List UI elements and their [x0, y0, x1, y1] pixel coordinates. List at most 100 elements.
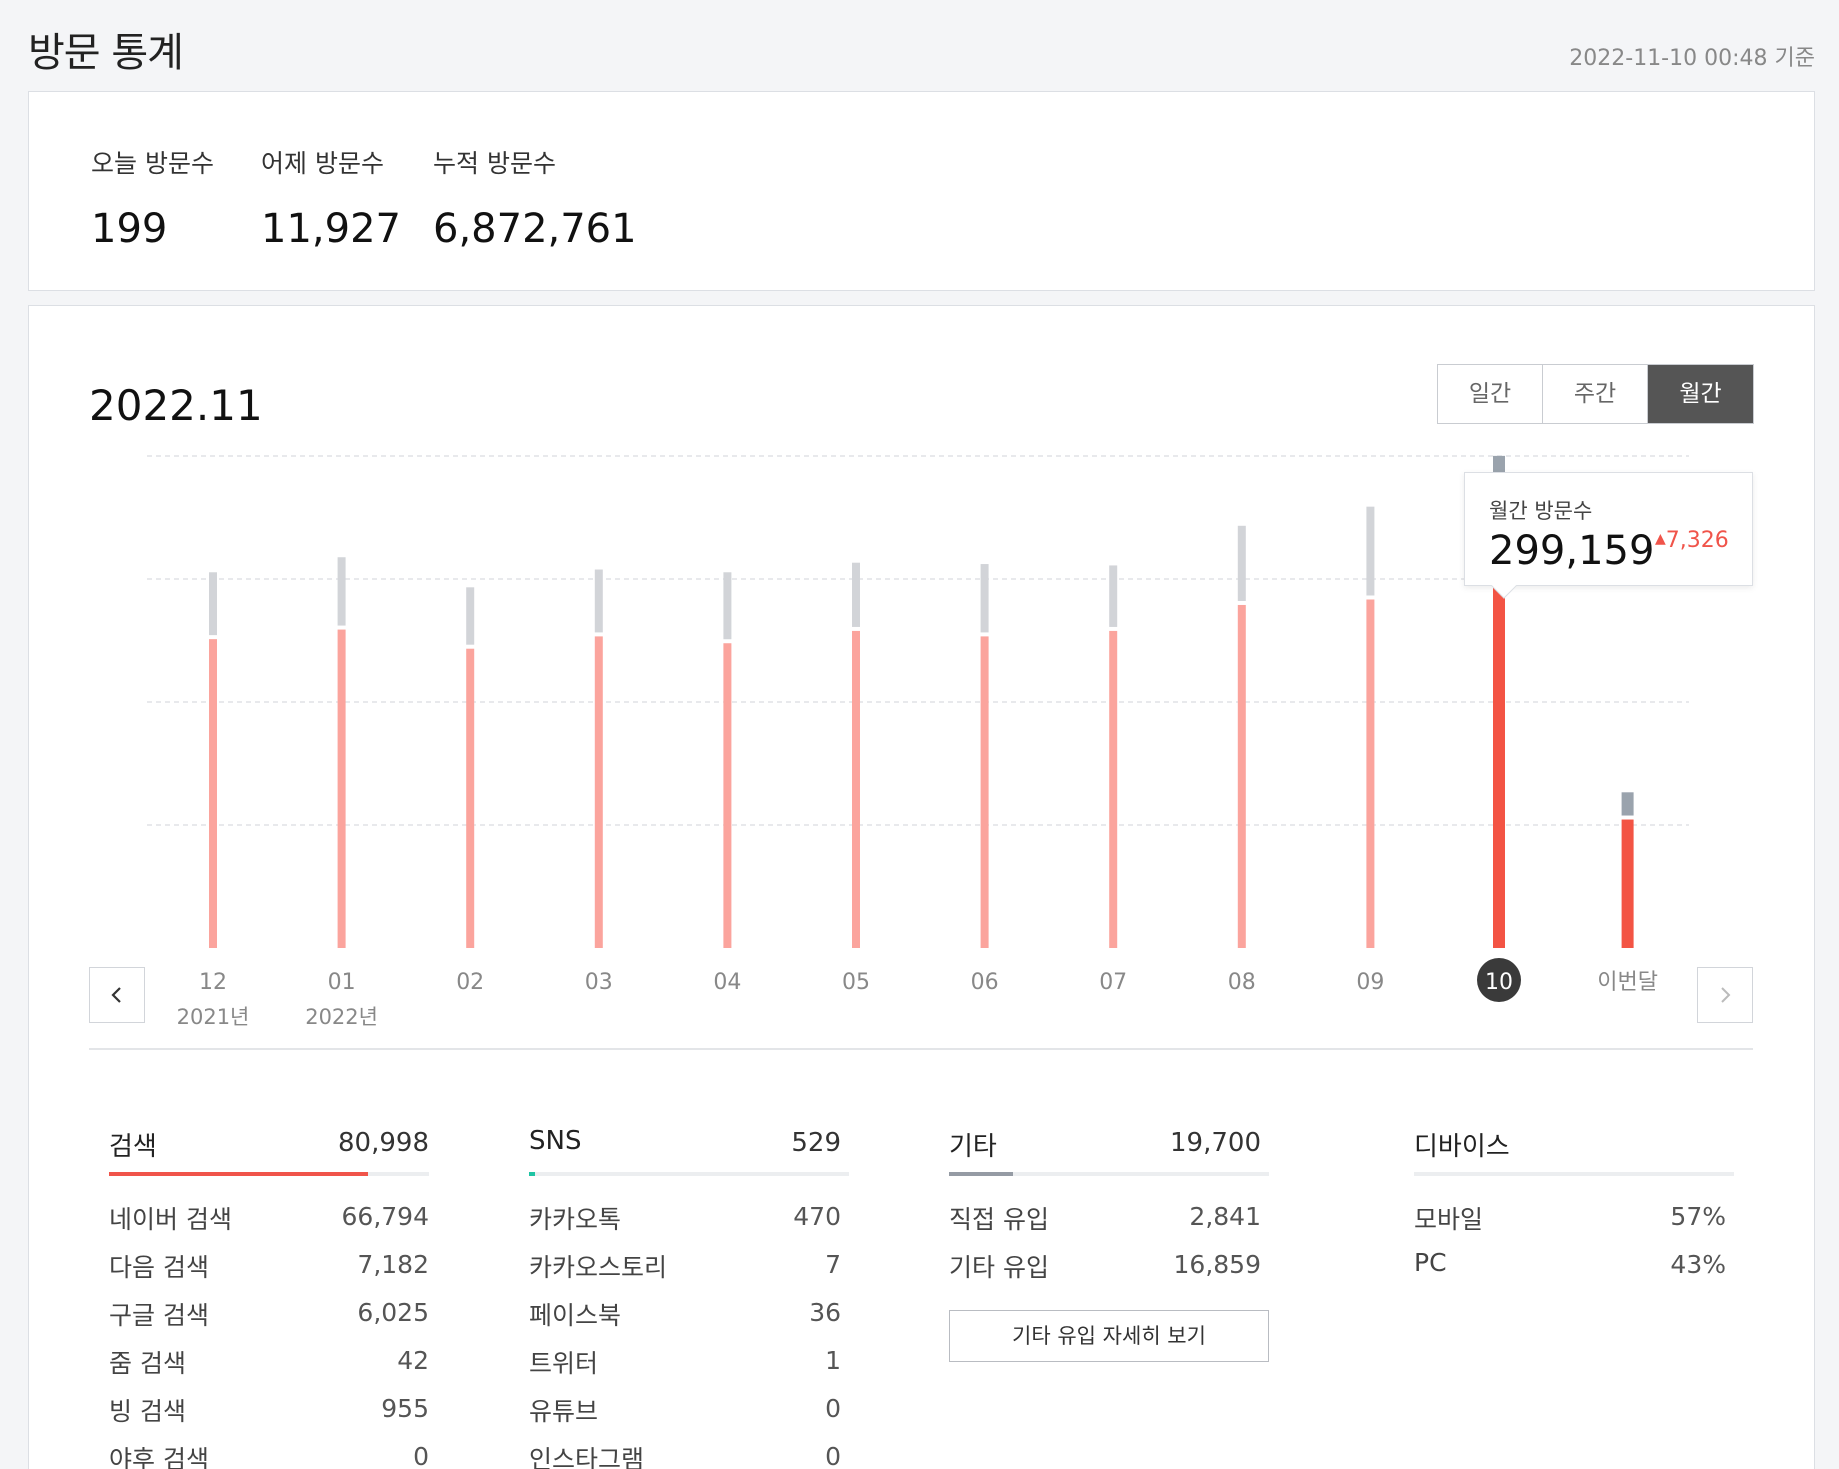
item-label: 유튜브 — [529, 1397, 599, 1426]
item-label: 빙 검색 — [109, 1397, 186, 1426]
x-tick-label[interactable]: 이번달 — [1597, 970, 1658, 995]
monthly-visits-chart: 12 2021년 01 2022년 02 03 04 05 06 07 08 09 10 이번달 — [147, 455, 1689, 1029]
share-bar-fill — [529, 1172, 536, 1176]
x-tick-label[interactable]: 02 — [456, 970, 484, 995]
stat-label: 어제 방문수 — [261, 149, 384, 178]
x-tick-label[interactable]: 04 — [713, 970, 741, 995]
tooltip-diff: ▲7,326 — [1655, 528, 1729, 553]
item-value: 36 — [809, 1298, 841, 1327]
list-item: 페이스북 36 — [529, 1296, 841, 1344]
stat-label: 누적 방문수 — [433, 149, 556, 178]
year-label: 2022년 — [305, 1005, 378, 1029]
bar-base[interactable] — [337, 629, 346, 948]
bar-base[interactable] — [1109, 630, 1118, 948]
bar-base[interactable] — [1621, 819, 1634, 948]
section-total: 80,998 — [338, 1128, 429, 1158]
item-label: 카카오스토리 — [529, 1253, 668, 1282]
item-label: 모바일 — [1414, 1205, 1484, 1234]
section-title: SNS — [529, 1126, 582, 1156]
page-title: 방문 통계 — [28, 30, 184, 76]
item-label: 인스타그램 — [529, 1445, 645, 1469]
list-item: 직접 유입 2,841 — [949, 1200, 1261, 1248]
x-tick-label[interactable]: 01 — [328, 970, 356, 995]
stat-today: 오늘 방문수 199 — [91, 144, 214, 252]
bar-base[interactable] — [1237, 604, 1246, 948]
list-item: 야후 검색 0 — [109, 1440, 429, 1469]
list-item: 인스타그램 0 — [529, 1440, 841, 1469]
item-label: 네이버 검색 — [109, 1205, 232, 1234]
chevron-right-icon — [1721, 987, 1731, 1003]
prev-button[interactable] — [89, 967, 145, 1023]
item-value: 7 — [825, 1250, 841, 1279]
item-value: 16,859 — [1173, 1250, 1261, 1279]
bar-base[interactable] — [594, 636, 603, 948]
tooltip-label: 월간 방문수 — [1489, 499, 1593, 523]
item-value: 2,841 — [1189, 1202, 1261, 1231]
bar-top[interactable] — [723, 572, 732, 640]
x-tick-label[interactable]: 12 — [199, 970, 227, 995]
bar-top[interactable] — [852, 562, 860, 627]
search-section: 검색 80,998 네이버 검색 66,794 다음 검색 7,182 구글 검색 6… — [109, 1126, 429, 1469]
x-tick-label[interactable]: 06 — [971, 970, 999, 995]
item-value: 470 — [793, 1202, 841, 1231]
bar-top[interactable] — [209, 572, 217, 636]
list-item: PC 43% — [1414, 1248, 1726, 1296]
bar-base[interactable] — [723, 643, 732, 948]
bar-top[interactable] — [594, 569, 603, 633]
year-label: 2021년 — [177, 1005, 250, 1029]
section-header: 기타 19,700 — [949, 1126, 1269, 1170]
section-header: SNS 529 — [529, 1126, 849, 1170]
item-value: 43% — [1670, 1250, 1726, 1279]
caret-up-icon: ▲ — [1655, 531, 1666, 547]
bar-top[interactable] — [1109, 565, 1118, 627]
next-button[interactable] — [1697, 967, 1753, 1023]
chevron-left-icon — [111, 987, 121, 1003]
item-value: 42 — [397, 1346, 429, 1375]
list-item: 모바일 57% — [1414, 1200, 1726, 1248]
etc-section: 기타 19,700 직접 유입 2,841 기타 유입 16,859 기타 유입 자… — [949, 1126, 1269, 1362]
x-tick-label[interactable]: 07 — [1099, 970, 1127, 995]
bar-base[interactable] — [1366, 599, 1375, 949]
x-tick-label[interactable]: 03 — [585, 970, 613, 995]
bar-top[interactable] — [1621, 792, 1634, 816]
x-tick-label[interactable]: 05 — [842, 970, 870, 995]
share-bar — [529, 1172, 849, 1176]
item-label: 기타 유입 — [949, 1253, 1049, 1282]
item-label: 야후 검색 — [109, 1445, 209, 1469]
list-item: 트위터 1 — [529, 1344, 841, 1392]
item-label: 카카오톡 — [529, 1205, 622, 1234]
section-title: 디바이스 — [1414, 1132, 1510, 1162]
etc-detail-button[interactable]: 기타 유입 자세히 보기 — [949, 1310, 1269, 1362]
bar-base[interactable] — [209, 639, 217, 948]
stat-value: 6,872,761 — [433, 206, 637, 252]
item-value: 66,794 — [341, 1202, 429, 1231]
bar-base[interactable] — [1493, 539, 1505, 948]
bar-base[interactable] — [852, 630, 860, 948]
stat-label: 오늘 방문수 — [91, 149, 214, 178]
device-section: 디바이스 모바일 57% PC 43% — [1414, 1126, 1734, 1296]
bar-top[interactable] — [337, 557, 346, 626]
list-item: 카카오스토리 7 — [529, 1248, 841, 1296]
x-tick-label[interactable]: 08 — [1228, 970, 1256, 995]
bar-base[interactable] — [466, 648, 475, 948]
section-title: 기타 — [949, 1132, 997, 1162]
bar-top[interactable] — [1237, 525, 1246, 601]
item-label: 다음 검색 — [109, 1253, 209, 1282]
x-tick-label[interactable]: 09 — [1356, 970, 1384, 995]
stat-value: 11,927 — [261, 206, 401, 252]
list-item: 카카오톡 470 — [529, 1200, 841, 1248]
bar-base[interactable] — [980, 636, 989, 948]
item-value: 7,182 — [357, 1250, 429, 1279]
share-bar — [1414, 1172, 1734, 1176]
share-bar-fill — [949, 1172, 1013, 1176]
item-value: 1 — [825, 1346, 841, 1375]
bar-top[interactable] — [980, 564, 989, 633]
list-item: 빙 검색 955 — [109, 1392, 429, 1440]
summary-card: 오늘 방문수 199 어제 방문수 11,927 누적 방문수 6,872,76… — [28, 91, 1815, 291]
list-item: 줌 검색 42 — [109, 1344, 429, 1392]
item-label: 줌 검색 — [109, 1349, 186, 1378]
bar-top[interactable] — [466, 587, 475, 645]
share-bar — [109, 1172, 429, 1176]
bar-top[interactable] — [1366, 506, 1375, 596]
x-tick-label[interactable]: 10 — [1485, 970, 1513, 995]
